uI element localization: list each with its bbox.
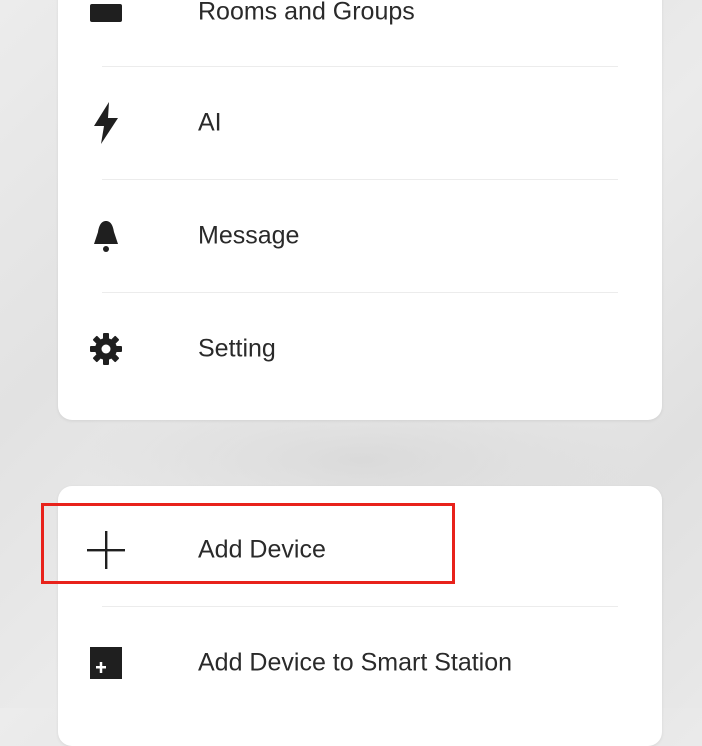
menu-item-message[interactable]: Message (58, 180, 662, 292)
add-device-to-smart-station-button[interactable]: Add Device to Smart Station (58, 607, 662, 719)
menu-item-label: AI (198, 108, 222, 137)
menu-item-label: Rooms and Groups (198, 0, 415, 26)
add-square-icon (84, 641, 128, 685)
menu-card: Rooms and Groups AI Message Setting (58, 0, 662, 420)
menu-item-rooms-and-groups[interactable]: Rooms and Groups (58, 0, 662, 68)
menu-item-setting[interactable]: Setting (58, 293, 662, 405)
add-device-to-smart-station-label: Add Device to Smart Station (198, 648, 513, 677)
highlight-box (41, 503, 455, 584)
menu-item-ai[interactable]: AI (58, 67, 662, 179)
menu-item-label: Setting (198, 334, 276, 363)
lightning-icon (84, 101, 128, 145)
gear-icon (84, 327, 128, 371)
menu-item-label: Message (198, 221, 300, 250)
bell-icon (84, 214, 128, 258)
rooms-icon (84, 0, 128, 34)
